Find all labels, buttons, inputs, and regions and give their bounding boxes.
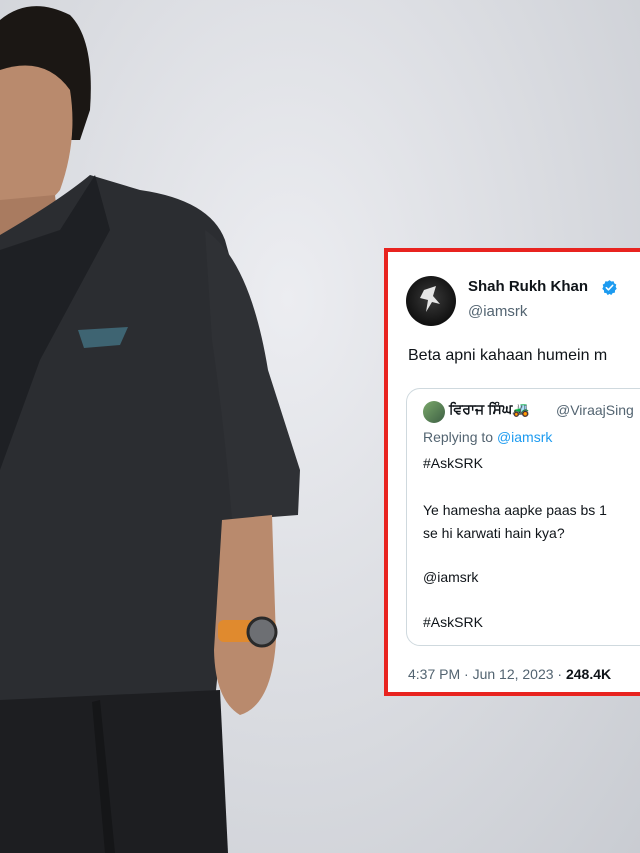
quoted-tweet[interactable]: ਵਿਰਾਜ ਸਿੰਘ🚜 @ViraajSing Replying to @iam…	[406, 388, 640, 646]
quoted-hashtag[interactable]: #AskSRK	[423, 614, 483, 630]
tweet-timestamp[interactable]: 4:37 PM · Jun 12, 2023 ·	[408, 666, 562, 682]
quoted-hashtag[interactable]: #AskSRK	[423, 455, 483, 471]
author-name[interactable]: Shah Rukh Khan	[468, 278, 588, 295]
reply-mention-link[interactable]: @iamsrk	[497, 429, 552, 445]
view-count: 248.4K	[565, 666, 612, 682]
quoted-handle: @ViraajSing	[556, 402, 634, 418]
quoted-avatar	[423, 401, 445, 423]
quoted-text-line: Ye hamesha aapke paas bs 1	[423, 502, 607, 518]
person-photo	[0, 0, 330, 853]
tweet-meta: 4:37 PM · Jun 12, 2023 · 248.4K	[408, 666, 611, 682]
quoted-name: ਵਿਰਾਜ ਸਿੰਘ🚜	[449, 401, 530, 417]
tractor-emoji: 🚜	[512, 401, 530, 417]
replying-to: Replying to @iamsrk	[423, 429, 553, 445]
tweet-text: Beta apni kahaan humein m	[408, 347, 608, 364]
quoted-text-line: se hi karwati hain kya?	[423, 525, 565, 541]
quoted-mention[interactable]: @iamsrk	[423, 569, 478, 585]
verified-badge-icon	[602, 280, 617, 296]
author-handle[interactable]: @iamsrk	[468, 303, 527, 320]
author-avatar[interactable]	[406, 276, 456, 326]
tweet-card: Shah Rukh Khan @iamsrk Beta apni kahaan …	[384, 248, 640, 696]
